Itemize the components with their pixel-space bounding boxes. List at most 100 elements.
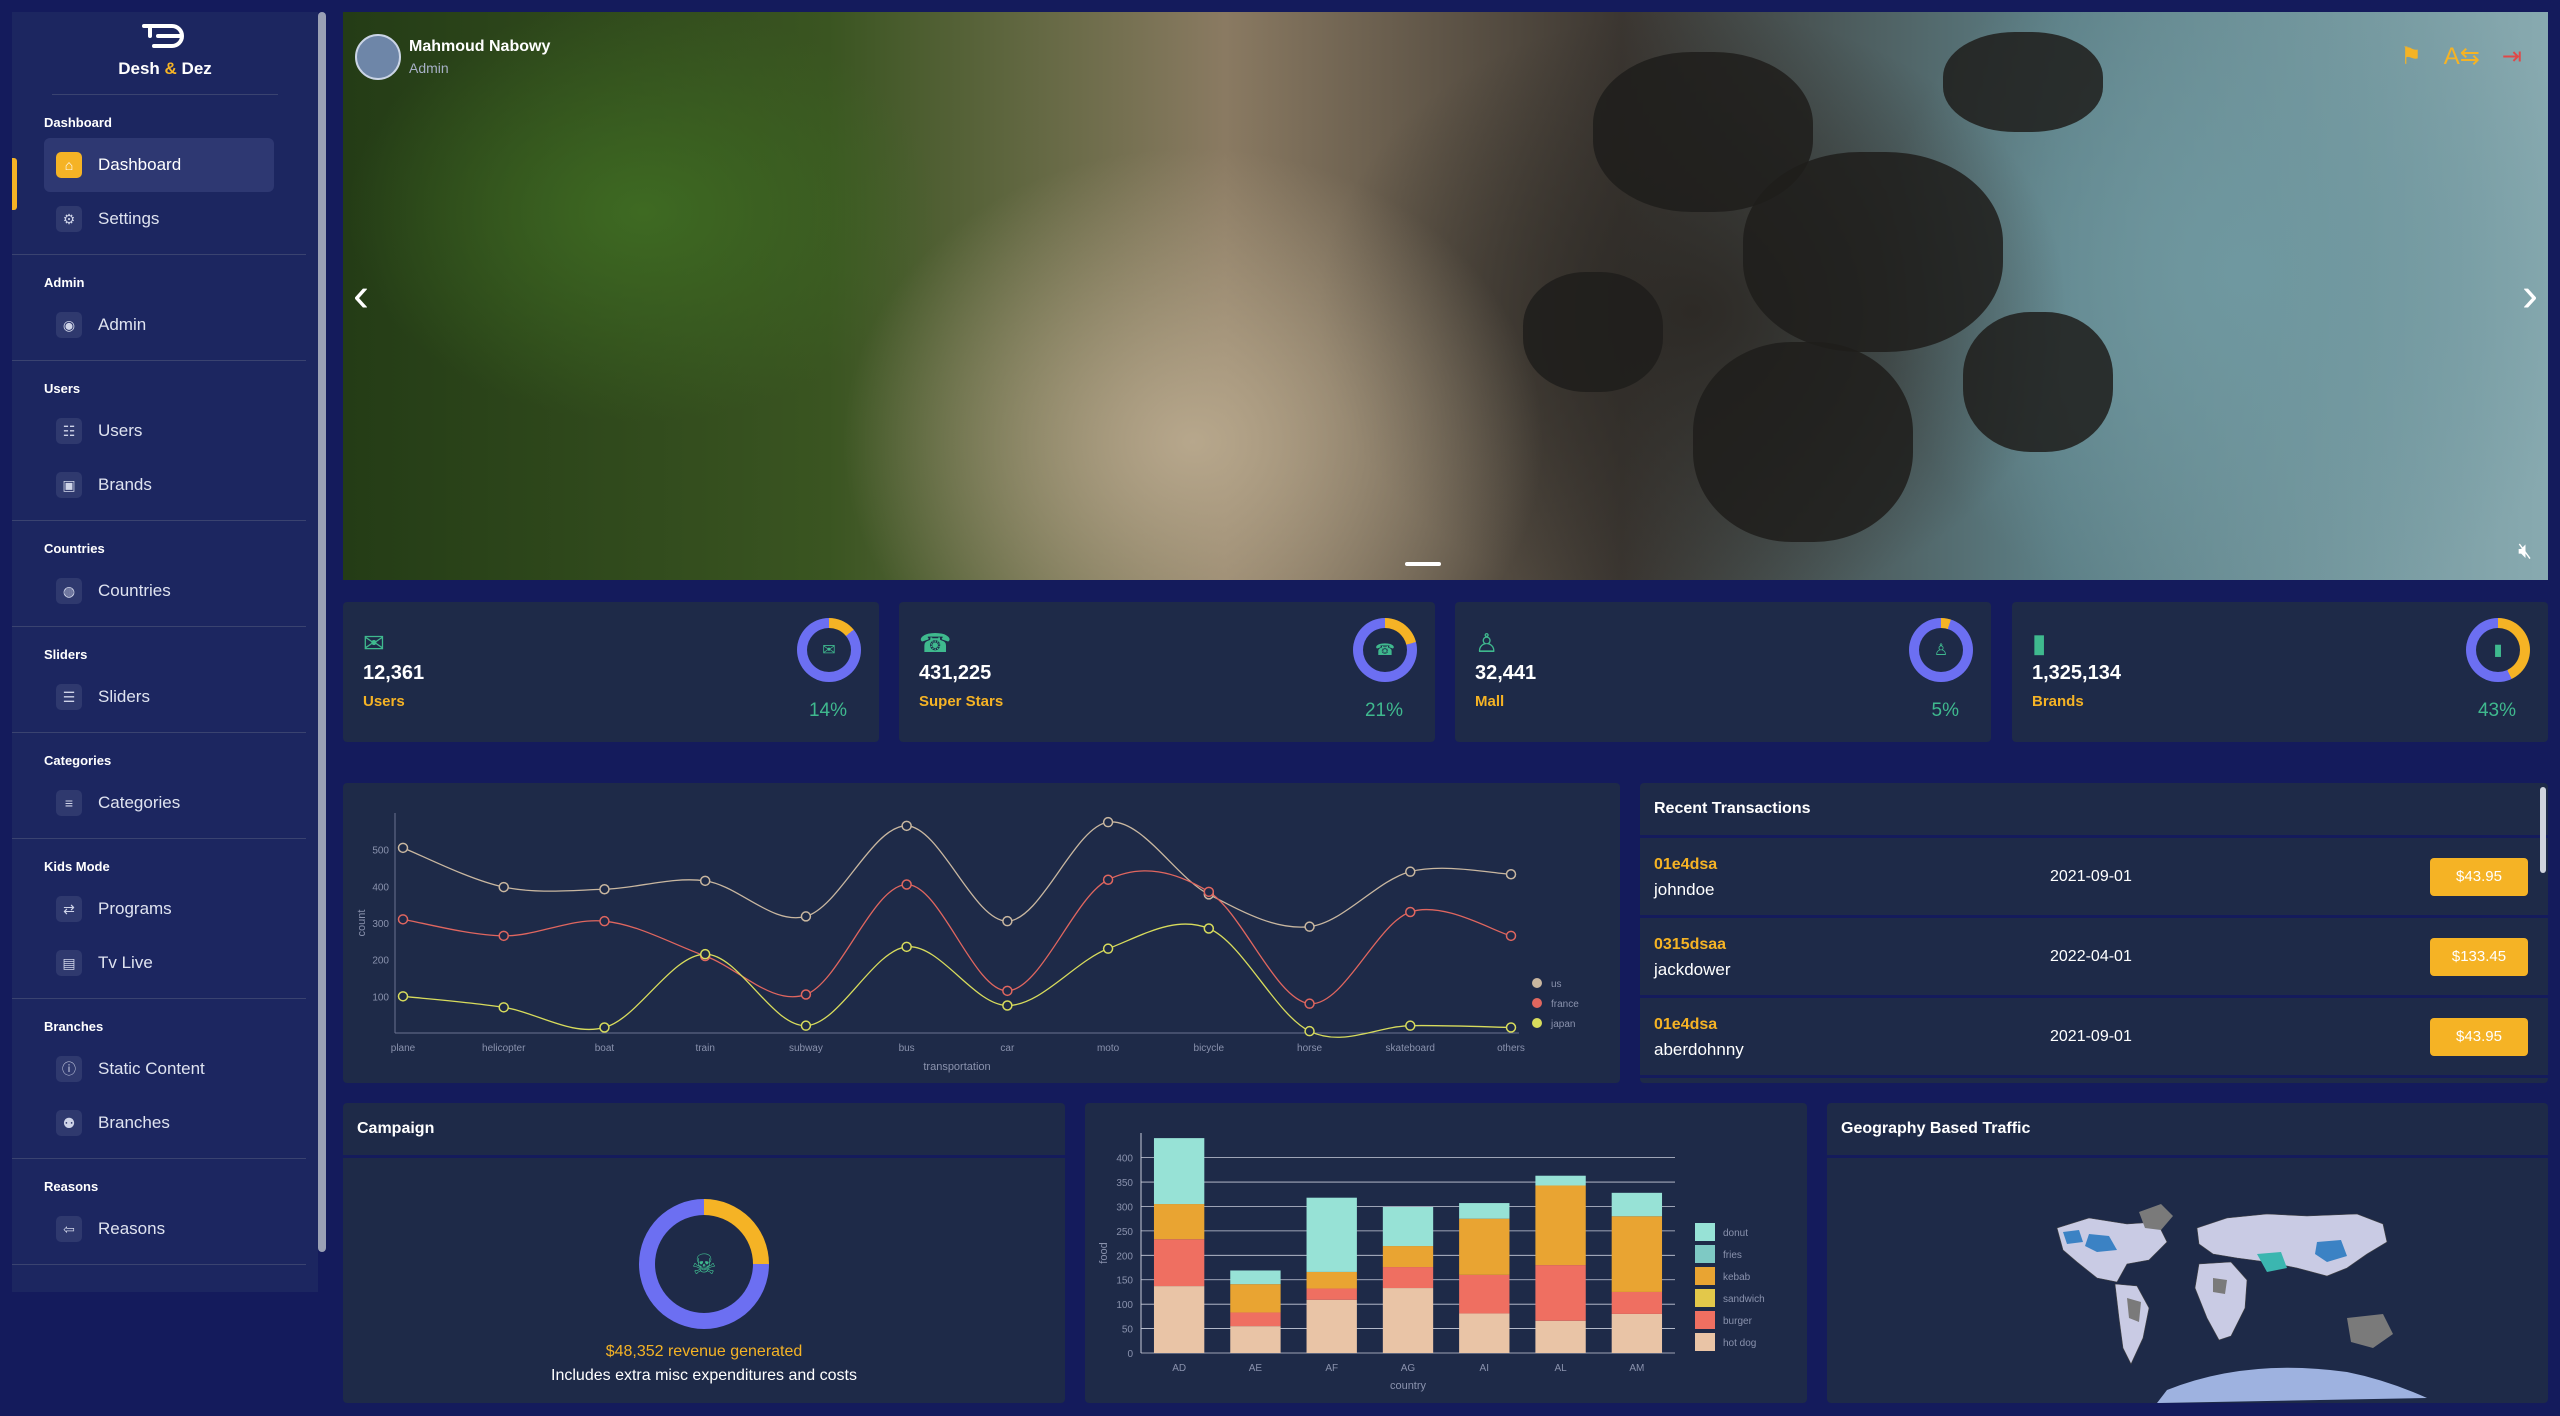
sidebar-item-tv-live[interactable]: ▤ Tv Live [44,936,274,990]
translate-icon[interactable]: A⇆ [2444,42,2480,71]
data-point-japan [1203,923,1215,934]
transaction-id: 01e4dsa [1654,856,1718,873]
y-tick-label: 400 [372,882,389,893]
legend-label: hot dog [1723,1338,1756,1349]
flag-icon[interactable]: ⚑ [2400,42,2422,71]
legend-label: us [1551,979,1562,990]
y-axis-label: food [1098,1242,1110,1263]
sidebar-item-sliders[interactable]: ☰ Sliders [44,670,274,724]
geo-title: Geography Based Traffic [1827,1103,2548,1158]
stat-card: ♙ 32,441 Mall ♙ 5% [1455,602,1991,742]
data-point-japan [699,948,711,960]
transaction-user: aberdohnny [1654,1040,1744,1059]
transaction-cost-button[interactable]: $43.95 [2430,858,2528,896]
info-icon: ⓘ [56,1056,82,1082]
legend-swatch [1695,1289,1715,1307]
bar-segment-burger [1382,1267,1434,1289]
sidebar-item-countries[interactable]: ◍ Countries [44,564,274,618]
globe-icon: ◍ [56,578,82,604]
stat-card: ▮ 1,325,134 Brands ▮ 43% [2012,602,2548,742]
x-tick-label: AM [1629,1363,1644,1374]
data-point-japan [901,941,912,953]
legend-label: sandwich [1723,1294,1765,1305]
sidebar-section-title: Categories [44,753,112,768]
x-tick-label: AF [1325,1363,1338,1374]
data-point-france [901,879,912,890]
bar-segment-donut [1306,1197,1357,1272]
stat-card: ☎ 431,225 Super Stars ☎ 21% [899,602,1435,742]
sidebar-item-settings[interactable]: ⚙ Settings [44,192,274,246]
transactions-scrollbar[interactable] [2540,787,2546,873]
transaction-cost-button[interactable]: $43.95 [2430,1018,2528,1056]
legend-swatch [1695,1333,1715,1351]
bar-segment-hot-dog [1230,1326,1281,1353]
x-tick-label: AL [1554,1363,1567,1374]
sidebar-item-label: Sliders [98,687,150,706]
mute-icon[interactable]: 🔇︎ [2518,538,2532,564]
brand[interactable]: Desh & Dez [52,12,278,95]
user-role: Admin [409,60,449,76]
bar-segment-donut [1611,1192,1663,1217]
data-point-japan [1304,1025,1315,1037]
world-map[interactable] [1827,1158,2548,1403]
x-tick-label: AG [1401,1363,1416,1374]
sidebar-nav: Dashboard ⌂ Dashboard ⚙ Settings Admin ◉ Admin U… [12,95,318,1265]
sidebar-section-title: Reasons [44,1179,99,1194]
logout-icon[interactable]: ⇥ [2502,42,2522,71]
transaction-id: 01e4dsa [1654,1016,1718,1033]
data-point-us [498,881,509,893]
legend-label: donut [1723,1228,1748,1239]
x-tick-label: car [1000,1043,1015,1054]
sidebar-item-users[interactable]: ☷ Users [44,404,274,458]
data-point-france [1002,985,1013,997]
stat-percent: 21% [1364,700,1403,721]
stat-progress-ring: ▮ [2466,618,2530,682]
sidebar-item-categories[interactable]: ≡ Categories [44,776,274,830]
data-point-japan [1102,943,1114,954]
campaign-title: Campaign [343,1103,1065,1158]
sidebar-item-reasons[interactable]: ⇦ Reasons [44,1202,274,1256]
sidebar-item-label: Admin [98,315,147,334]
x-tick-label: others [1497,1043,1525,1054]
x-tick-label: boat [595,1043,615,1054]
x-tick-label: moto [1097,1043,1120,1054]
data-point-france [599,915,610,927]
mail-icon: ✉ [363,628,385,658]
active-indicator [12,158,17,210]
data-point-us [599,884,610,895]
programs-icon: ⇄ [56,896,82,922]
slider-next-arrow[interactable]: › [2522,272,2538,320]
sidebar-item-static-content[interactable]: ⓘ Static Content [44,1042,274,1096]
bar-chart-panel: 0 50 100 150 200 250 300 350 400 food country AD AE A… [1085,1103,1807,1403]
data-point-us [1505,868,1517,880]
sidebar-item-brands[interactable]: ▣ Brands [44,458,274,512]
transaction-date: 2022-04-01 [2050,948,2132,965]
data-point-japan [1505,1022,1517,1033]
sidebar-scrollbar[interactable] [318,12,326,1252]
sidebar-item-admin[interactable]: ◉ Admin [44,298,274,352]
transaction-cost-button[interactable]: $133.45 [2430,938,2528,976]
campaign-progress-ring: ☠ [639,1199,769,1329]
bar-segment-burger [1153,1239,1205,1287]
legend-marker-france [1532,998,1542,1008]
traffic-icon: ▮ [2032,628,2047,658]
sidebar-item-dashboard[interactable]: ⌂ Dashboard [44,138,274,192]
y-tick-label: 200 [372,956,389,967]
sidebar-item-programs[interactable]: ⇄ Programs [44,882,274,936]
tv-icon: ▤ [56,950,82,976]
line-chart-panel: 100 200 300 400 500 plane helicopter boat train s… [343,783,1620,1083]
legend-marker-japan [1532,1018,1542,1028]
legend-label: burger [1723,1316,1753,1327]
slider-indicator[interactable] [1405,562,1441,566]
sliders-icon: ☰ [56,684,82,710]
slider-prev-arrow[interactable]: ‹ [353,272,369,320]
bar-segment-hot-dog [1535,1320,1586,1353]
bar-segment-donut [1382,1206,1434,1247]
gears-icon: ⚙ [56,206,82,232]
user-profile[interactable]: Mahmoud Nabowy Admin [355,34,550,80]
transaction-date: 2021-09-01 [2050,1028,2132,1045]
sidebar-section-title: Dashboard [44,115,112,130]
sidebar-section-title: Users [44,381,81,396]
person-add-icon: ♙ [1475,628,1499,658]
sidebar-item-branches[interactable]: ⚉ Branches [44,1096,274,1150]
